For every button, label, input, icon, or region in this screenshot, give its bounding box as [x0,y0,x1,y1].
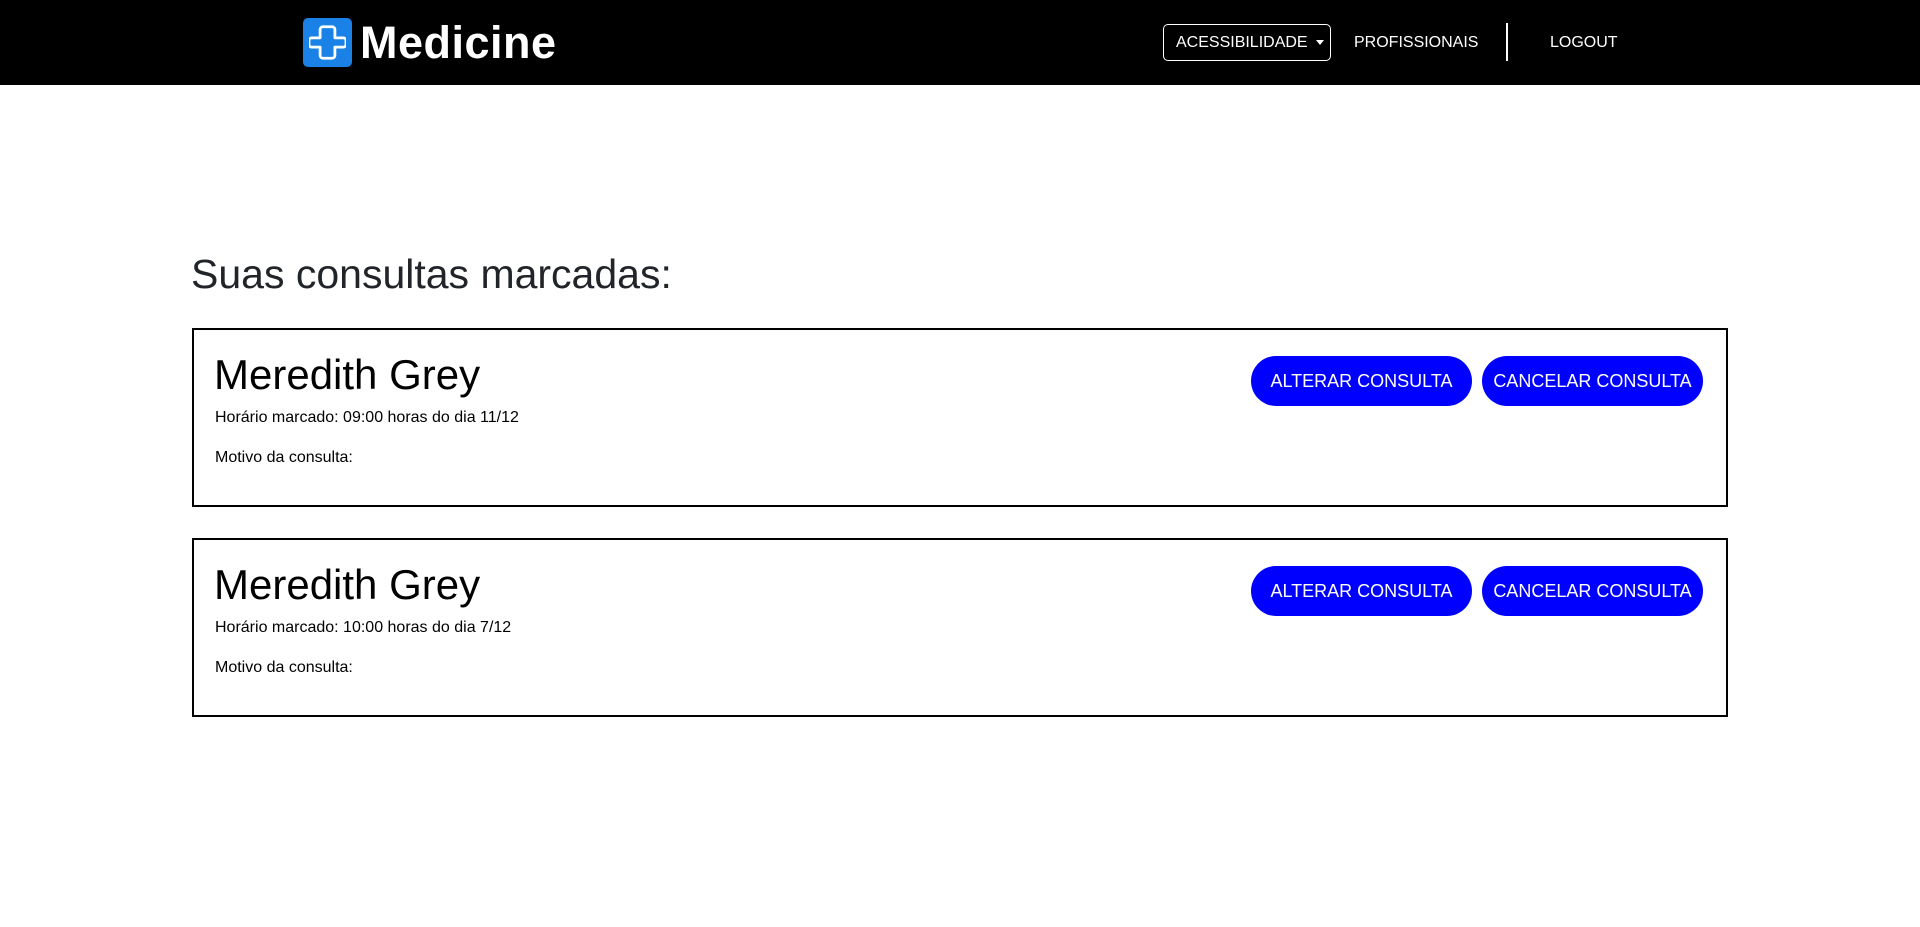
appointment-card: Meredith Grey Horário marcado: 10:00 hor… [192,538,1728,717]
plus-cross-icon [303,18,352,67]
alter-appointment-button[interactable]: ALTERAR CONSULTA [1251,566,1472,616]
accessibility-dropdown-button[interactable]: ACESSIBILIDADE [1163,24,1331,61]
doctor-name: Meredith Grey [214,561,481,608]
page-title: Suas consultas marcadas: [191,251,672,297]
caret-down-icon [1315,40,1324,45]
brand-name: Medicine [360,17,557,68]
appointment-time: Horário marcado: 09:00 horas do dia 11/1… [215,409,519,426]
nav-link-logout[interactable]: LOGOUT [1550,24,1618,61]
top-navbar: Medicine ACESSIBILIDADE PROFISSIONAIS LO… [0,0,1920,85]
appointment-time: Horário marcado: 10:00 horas do dia 7/12 [215,619,512,636]
appointment-card: Meredith Grey Horário marcado: 09:00 hor… [192,328,1728,507]
cancel-appointment-button[interactable]: CANCELAR CONSULTA [1482,566,1703,616]
doctor-name: Meredith Grey [214,351,481,398]
alter-appointment-button[interactable]: ALTERAR CONSULTA [1251,356,1472,406]
appointment-reason: Motivo da consulta: [215,449,353,466]
nav-divider [1506,23,1508,61]
cancel-appointment-button[interactable]: CANCELAR CONSULTA [1482,356,1703,406]
nav-link-professionals[interactable]: PROFISSIONAIS [1354,24,1478,61]
brand-link[interactable]: Medicine [303,18,557,67]
accessibility-label: ACESSIBILIDADE [1176,33,1308,51]
appointment-reason: Motivo da consulta: [215,659,353,676]
